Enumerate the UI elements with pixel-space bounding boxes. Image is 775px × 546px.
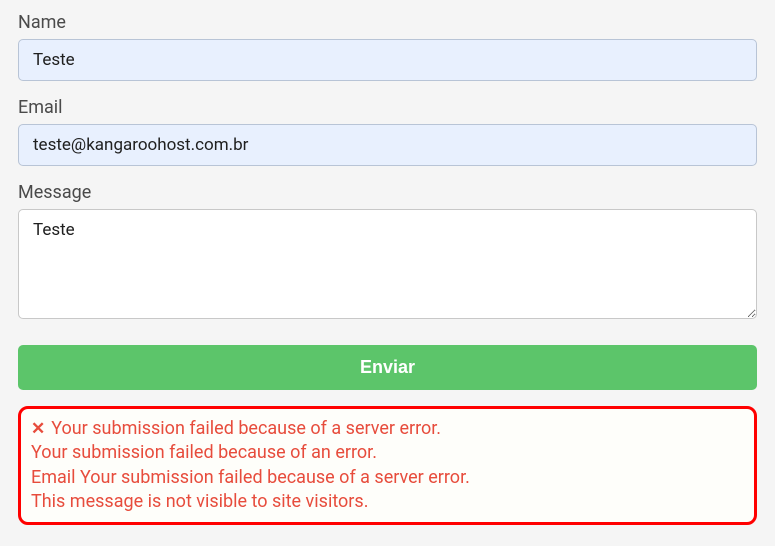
error-line-4: This message is not visible to site visi…: [31, 490, 744, 514]
name-group: Name: [18, 12, 757, 81]
error-first-row: ✕ Your submission failed because of a se…: [31, 417, 744, 441]
error-box: ✕ Your submission failed because of a se…: [18, 406, 757, 525]
contact-form: Name Email Message Enviar: [18, 12, 757, 390]
message-group: Message: [18, 182, 757, 323]
submit-button[interactable]: Enviar: [18, 345, 757, 390]
error-line-1: Your submission failed because of a serv…: [51, 417, 441, 441]
name-input[interactable]: [18, 39, 757, 81]
email-label: Email: [18, 97, 757, 118]
email-group: Email: [18, 97, 757, 166]
email-input[interactable]: [18, 124, 757, 166]
close-icon[interactable]: ✕: [31, 421, 45, 438]
name-label: Name: [18, 12, 757, 33]
message-label: Message: [18, 182, 757, 203]
message-textarea[interactable]: [18, 209, 757, 319]
error-line-3: Email Your submission failed because of …: [31, 466, 744, 490]
error-line-2: Your submission failed because of an err…: [31, 441, 744, 465]
